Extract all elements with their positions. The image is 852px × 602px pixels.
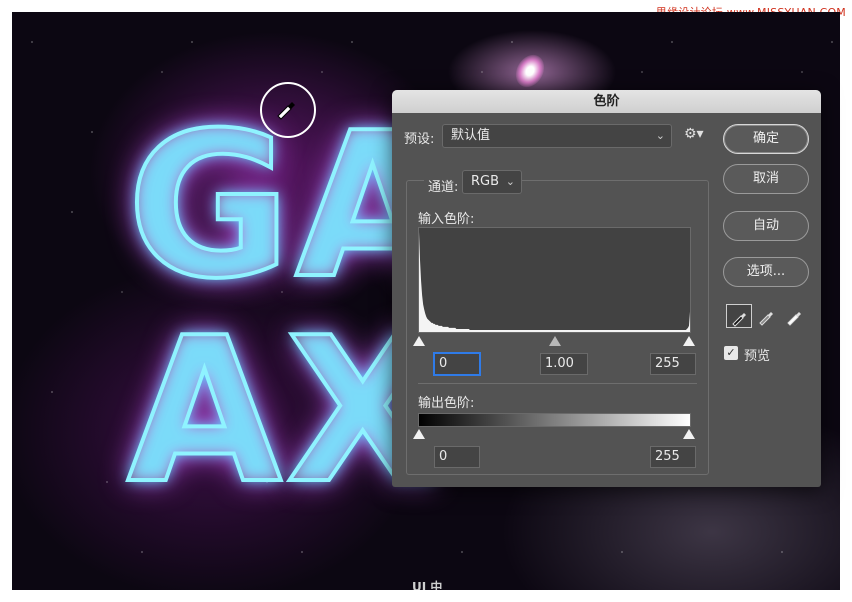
cancel-button[interactable]: 取消 (723, 164, 809, 194)
chevron-down-icon: ⌄ (505, 175, 515, 188)
output-black-field[interactable]: 0 (434, 446, 480, 468)
preset-value: 默认值 (451, 128, 491, 143)
channel-value: RGB (471, 174, 500, 189)
eyedropper-cursor-icon (260, 82, 316, 138)
section-divider (418, 383, 697, 384)
chevron-down-icon: ⌄ (655, 129, 665, 142)
black-point-eyedropper-icon[interactable] (726, 304, 752, 328)
histogram-graph (419, 232, 690, 332)
output-gradient-bar (418, 413, 691, 427)
ok-button[interactable]: 确定 (723, 124, 809, 154)
input-gamma-slider[interactable] (549, 336, 561, 346)
output-black-slider[interactable] (413, 429, 425, 439)
input-white-field[interactable]: 255 (650, 353, 696, 375)
channel-label: 通道: (424, 176, 463, 195)
output-white-field[interactable]: 255 (650, 446, 696, 468)
output-levels-label: 输出色阶: (418, 396, 475, 411)
gear-icon[interactable]: ⚙▾ (684, 126, 706, 146)
histogram (418, 227, 691, 333)
input-white-slider[interactable] (683, 336, 695, 346)
gray-point-eyedropper-icon[interactable] (754, 304, 780, 328)
histogram-fill (419, 232, 690, 332)
input-levels-label: 输入色阶: (418, 212, 475, 227)
input-black-field[interactable]: 0 (434, 353, 480, 375)
input-gamma-field[interactable]: 1.00 (540, 353, 588, 375)
preview-label: 预览 (744, 349, 771, 364)
white-point-eyedropper-icon[interactable] (782, 304, 808, 328)
dialog-title[interactable]: 色阶 (392, 90, 821, 113)
preview-checkbox[interactable]: ✓ (724, 346, 738, 360)
input-black-slider[interactable] (413, 336, 425, 346)
auto-button[interactable]: 自动 (723, 211, 809, 241)
preset-select[interactable]: 默认值 ⌄ (442, 124, 672, 148)
preset-label: 预设: (404, 132, 435, 147)
channel-select[interactable]: RGB ⌄ (462, 170, 522, 194)
levels-dialog: 色阶 预设: 默认值 ⌄ ⚙▾ 通道: RGB ⌄ 输入色阶: 0 1.00 2… (392, 90, 821, 487)
options-button[interactable]: 选项... (723, 257, 809, 287)
output-white-slider[interactable] (683, 429, 695, 439)
ui-logo: UI 中 (412, 580, 443, 590)
